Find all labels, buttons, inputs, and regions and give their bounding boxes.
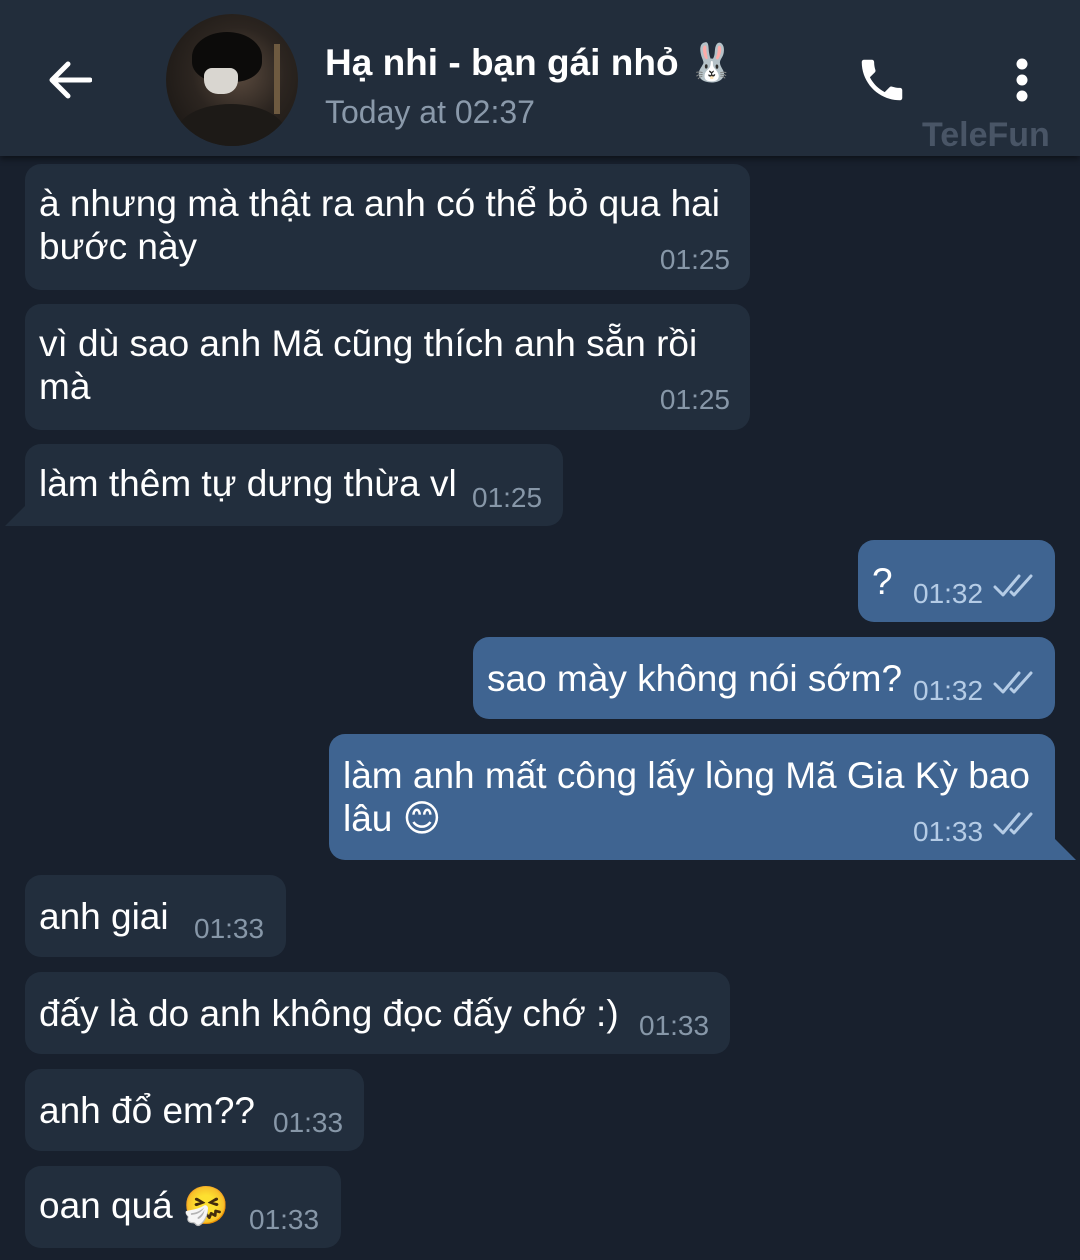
message-bubble-incoming[interactable]: à nhưng mà thật ra anh có thể bỏ qua hai… xyxy=(25,164,750,290)
message-text-line: làm anh mất công lấy lòng Mã Gia Kỳ bao xyxy=(343,755,1030,796)
message-text-line: đấy là do anh không đọc đấy chớ :) xyxy=(39,993,619,1034)
message-time: 01:32 xyxy=(913,578,984,609)
last-seen-status: Today at 02:37 xyxy=(325,94,535,130)
double-check-icon xyxy=(993,812,1033,835)
watermark-label: TeleFun xyxy=(922,116,1050,154)
avatar[interactable] xyxy=(166,14,298,146)
message-text-line: anh đổ em?? xyxy=(39,1090,256,1131)
message-time: 01:32 xyxy=(913,675,984,706)
message-bubble-incoming[interactable]: đấy là do anh không đọc đấy chớ :) 01:33 xyxy=(25,972,730,1054)
message-text-line: anh giai xyxy=(39,896,169,937)
more-options-button[interactable] xyxy=(1000,50,1044,110)
phone-icon xyxy=(861,59,903,101)
bubble-tail xyxy=(1054,838,1076,860)
message-text-line: oan quá 🤧 xyxy=(39,1185,230,1226)
message-bubble-incoming[interactable]: làm thêm tự dưng thừa vl 01:25 xyxy=(25,444,563,526)
message-text-line: vì dù sao anh Mã cũng thích anh sẵn rồi xyxy=(39,323,698,364)
double-check-icon xyxy=(993,671,1033,694)
message-bubble-outgoing[interactable]: sao mày không nói sớm? 01:32 xyxy=(473,637,1055,719)
message-text-line: sao mày không nói sớm? xyxy=(487,658,903,699)
bubble-tail xyxy=(5,504,27,526)
message-time: 01:25 xyxy=(659,384,730,415)
message-text-line: à nhưng mà thật ra anh có thể bỏ qua hai xyxy=(39,183,720,224)
message-text-line: lâu 😊 xyxy=(343,798,442,839)
double-check-icon xyxy=(993,574,1033,597)
message-time: 01:33 xyxy=(913,816,984,847)
message-text-line: bước này xyxy=(39,226,198,267)
message-time: 01:25 xyxy=(472,482,543,513)
message-text-line: mà xyxy=(39,366,91,407)
message-bubble-incoming[interactable]: oan quá 🤧 01:33 xyxy=(25,1166,341,1248)
message-time: 01:33 xyxy=(194,913,265,944)
back-button[interactable] xyxy=(40,50,100,110)
more-vertical-icon xyxy=(1016,58,1028,102)
contact-name[interactable]: Hạ nhi - bạn gái nhỏ 🐰 xyxy=(325,42,735,85)
message-time: 01:33 xyxy=(273,1107,344,1138)
message-bubble-outgoing[interactable]: làm anh mất công lấy lòng Mã Gia Kỳ bao … xyxy=(329,734,1055,860)
message-text-line: làm thêm tự dưng thừa vl xyxy=(39,463,457,504)
message-text-line: ? xyxy=(872,561,893,602)
message-bubble-incoming[interactable]: vì dù sao anh Mã cũng thích anh sẵn rồi … xyxy=(25,304,750,430)
message-time: 01:25 xyxy=(659,244,730,275)
message-bubble-outgoing[interactable]: ? 01:32 xyxy=(858,540,1055,622)
back-arrow-icon xyxy=(49,61,92,99)
call-button[interactable] xyxy=(850,48,914,112)
message-bubble-incoming[interactable]: anh đổ em?? 01:33 xyxy=(25,1069,364,1151)
chat-header: Hạ nhi - bạn gái nhỏ 🐰 Today at 02:37 Te… xyxy=(0,0,1080,156)
message-bubble-incoming[interactable]: anh giai 01:33 xyxy=(25,875,286,957)
message-time: 01:33 xyxy=(249,1204,320,1235)
message-time: 01:33 xyxy=(639,1010,710,1041)
